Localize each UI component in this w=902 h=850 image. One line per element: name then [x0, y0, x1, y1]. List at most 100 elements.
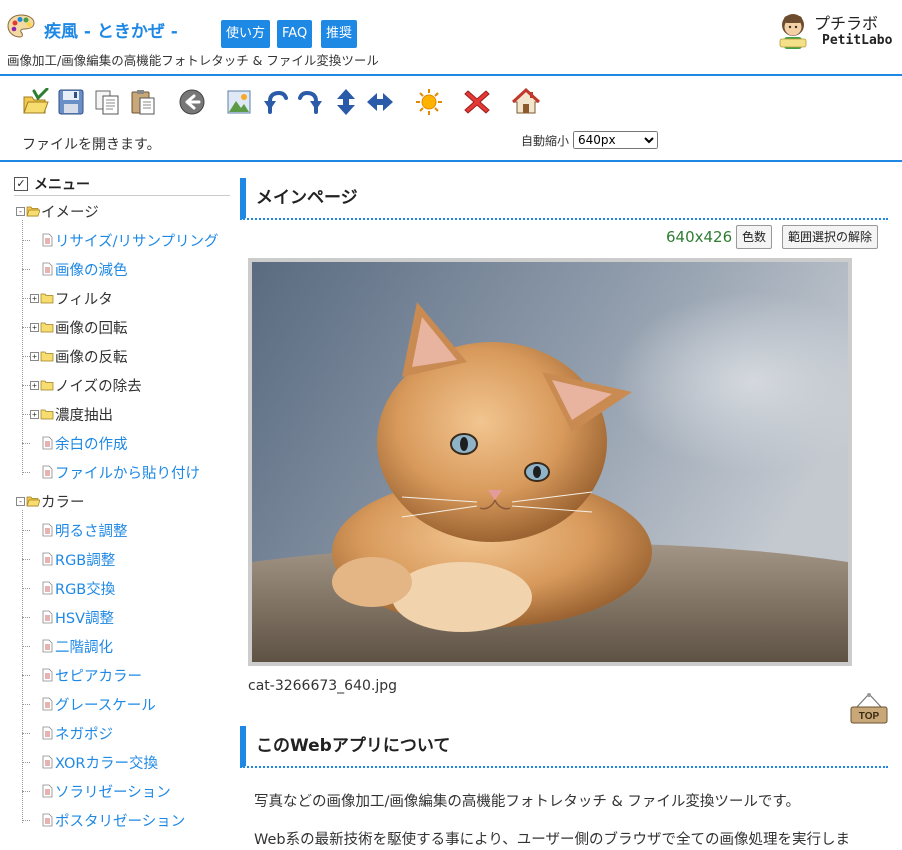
sidebar-item[interactable]: RGB交換: [40, 577, 115, 599]
tree-guide-line: [22, 385, 30, 386]
flip-horizontal-button[interactable]: [365, 86, 395, 118]
undo-button[interactable]: [177, 86, 207, 118]
menu-link[interactable]: 明るさ調整: [55, 520, 128, 541]
image-filename: cat-3266673_640.jpg: [248, 678, 398, 694]
image-canvas-frame: [248, 258, 892, 666]
menu-link[interactable]: セピアカラー: [55, 665, 142, 686]
tree-guide-line: [22, 762, 30, 763]
menu-link[interactable]: 画像の減色: [55, 259, 128, 280]
sidebar-folder[interactable]: + 濃度抽出: [30, 403, 113, 425]
tree-guide-line: [22, 733, 30, 734]
sidebar-item[interactable]: グレースケール: [40, 693, 156, 715]
sidebar-folder[interactable]: + 画像の反転: [30, 345, 128, 367]
page-icon: [42, 668, 53, 682]
rotate-right-button[interactable]: [296, 86, 326, 118]
rotate-right-icon: [298, 90, 322, 114]
paste-button[interactable]: [128, 86, 158, 118]
copy-icon: [95, 90, 119, 115]
menu-checkbox[interactable]: ✓: [14, 176, 28, 191]
page-icon: [42, 523, 53, 537]
tree-guide-line: [22, 472, 30, 473]
header: 疾風 - ときかぜ - 使い方 FAQ 推奨 画像加工/画像編集の高機能フォトレ…: [0, 0, 902, 76]
tree-guide-line: [22, 510, 23, 823]
collapse-toggle[interactable]: -: [16, 206, 25, 216]
scroll-top-button[interactable]: TOP: [848, 692, 890, 726]
rotate-left-button[interactable]: [260, 86, 290, 118]
save-button[interactable]: [56, 86, 86, 118]
folder-icon: [40, 409, 54, 420]
expand-toggle[interactable]: +: [30, 380, 39, 390]
menu-link[interactable]: XORカラー交換: [55, 752, 158, 773]
menu-link[interactable]: RGB交換: [55, 578, 115, 599]
sidebar-item[interactable]: XORカラー交換: [40, 751, 158, 773]
sidebar-item[interactable]: HSV調整: [40, 606, 114, 628]
page-icon: [42, 784, 53, 798]
sidebar-item[interactable]: 余白の作成: [40, 432, 128, 454]
sidebar-item[interactable]: セピアカラー: [40, 664, 142, 686]
sidebar-item[interactable]: 明るさ調整: [40, 519, 128, 541]
open-file-button[interactable]: [20, 86, 50, 118]
menu-link[interactable]: 二階調化: [55, 636, 113, 657]
sidebar-item[interactable]: ファイルから貼り付け: [40, 461, 200, 483]
page-icon: [42, 610, 53, 624]
home-button[interactable]: [511, 86, 541, 118]
delete-button[interactable]: [462, 86, 492, 118]
menu-link[interactable]: HSV調整: [55, 607, 114, 628]
nav-howto-button[interactable]: 使い方: [221, 20, 271, 48]
sidebar-item[interactable]: ネガポジ: [40, 722, 113, 744]
page-icon: [42, 552, 53, 566]
folder-label: フィルタ: [55, 291, 113, 308]
copy-button[interactable]: [92, 86, 122, 118]
menu-link[interactable]: リサイズ/リサンプリング: [55, 230, 219, 251]
expand-toggle[interactable]: +: [30, 351, 39, 361]
sidebar-folder[interactable]: + フィルタ: [30, 287, 113, 309]
effect-button[interactable]: [414, 86, 444, 118]
palette-icon: [7, 14, 35, 38]
sidebar-item[interactable]: ポスタリゼーション: [40, 809, 185, 831]
color-count-button[interactable]: 色数: [736, 225, 773, 249]
open-icon: [23, 88, 49, 114]
folder-icon: [40, 380, 54, 391]
expand-toggle[interactable]: +: [30, 322, 39, 332]
collapse-toggle[interactable]: -: [16, 496, 25, 506]
menu-link[interactable]: 余白の作成: [55, 433, 128, 454]
page-icon: [42, 436, 53, 450]
sidebar-item[interactable]: リサイズ/リサンプリング: [40, 229, 219, 251]
brand-logo[interactable]: プチラボ PetitLabo: [776, 10, 900, 54]
about-paragraph-1: 写真などの画像加工/画像編集の高機能フォトレタッチ & ファイル変換ツールです。: [254, 794, 800, 810]
image-button[interactable]: [224, 86, 254, 118]
about-paragraph-2: Web系の最新技術を駆使する事により、ユーザー側のブラウザで全ての画像処理を実行…: [254, 832, 850, 848]
folder-open-icon: [26, 496, 40, 507]
auto-shrink-select[interactable]: 640px: [573, 131, 659, 149]
sidebar-item[interactable]: RGB調整: [40, 548, 115, 570]
sidebar-group-color[interactable]: - カラー: [16, 490, 85, 512]
menu-link[interactable]: ポスタリゼーション: [55, 810, 185, 831]
expand-toggle[interactable]: +: [30, 293, 39, 303]
expand-toggle[interactable]: +: [30, 409, 39, 419]
tree-guide-line: [22, 791, 30, 792]
kitten-photo[interactable]: [252, 262, 892, 662]
flip-vertical-icon: [337, 89, 355, 115]
page-icon: [42, 639, 53, 653]
menu-link[interactable]: ソラリゼーション: [55, 781, 171, 802]
sidebar-item[interactable]: 二階調化: [40, 635, 113, 657]
menu-link[interactable]: RGB調整: [55, 549, 115, 570]
menu-link[interactable]: ネガポジ: [55, 723, 113, 744]
main-page-title: メインページ: [240, 178, 888, 220]
nav-recommended-button[interactable]: 推奨: [321, 20, 358, 48]
folder-label: 画像の反転: [55, 349, 128, 366]
sidebar-item[interactable]: 画像の減色: [40, 258, 128, 280]
flip-vertical-button[interactable]: [331, 86, 361, 118]
menu-link[interactable]: グレースケール: [55, 694, 156, 715]
sidebar-item[interactable]: ソラリゼーション: [40, 780, 171, 802]
menu-link[interactable]: ファイルから貼り付け: [55, 462, 200, 483]
tree-guide-line: [22, 443, 30, 444]
sidebar-folder[interactable]: + ノイズの除去: [30, 374, 142, 396]
tree-guide-line: [22, 298, 30, 299]
clear-selection-button[interactable]: 範囲選択の解除: [782, 225, 879, 249]
sidebar-folder[interactable]: + 画像の回転: [30, 316, 128, 338]
nav-faq-button[interactable]: FAQ: [277, 20, 313, 48]
group-label: イメージ: [41, 204, 99, 221]
folder-label: 画像の回転: [55, 320, 128, 337]
sidebar-group-image[interactable]: - イメージ: [16, 200, 99, 222]
